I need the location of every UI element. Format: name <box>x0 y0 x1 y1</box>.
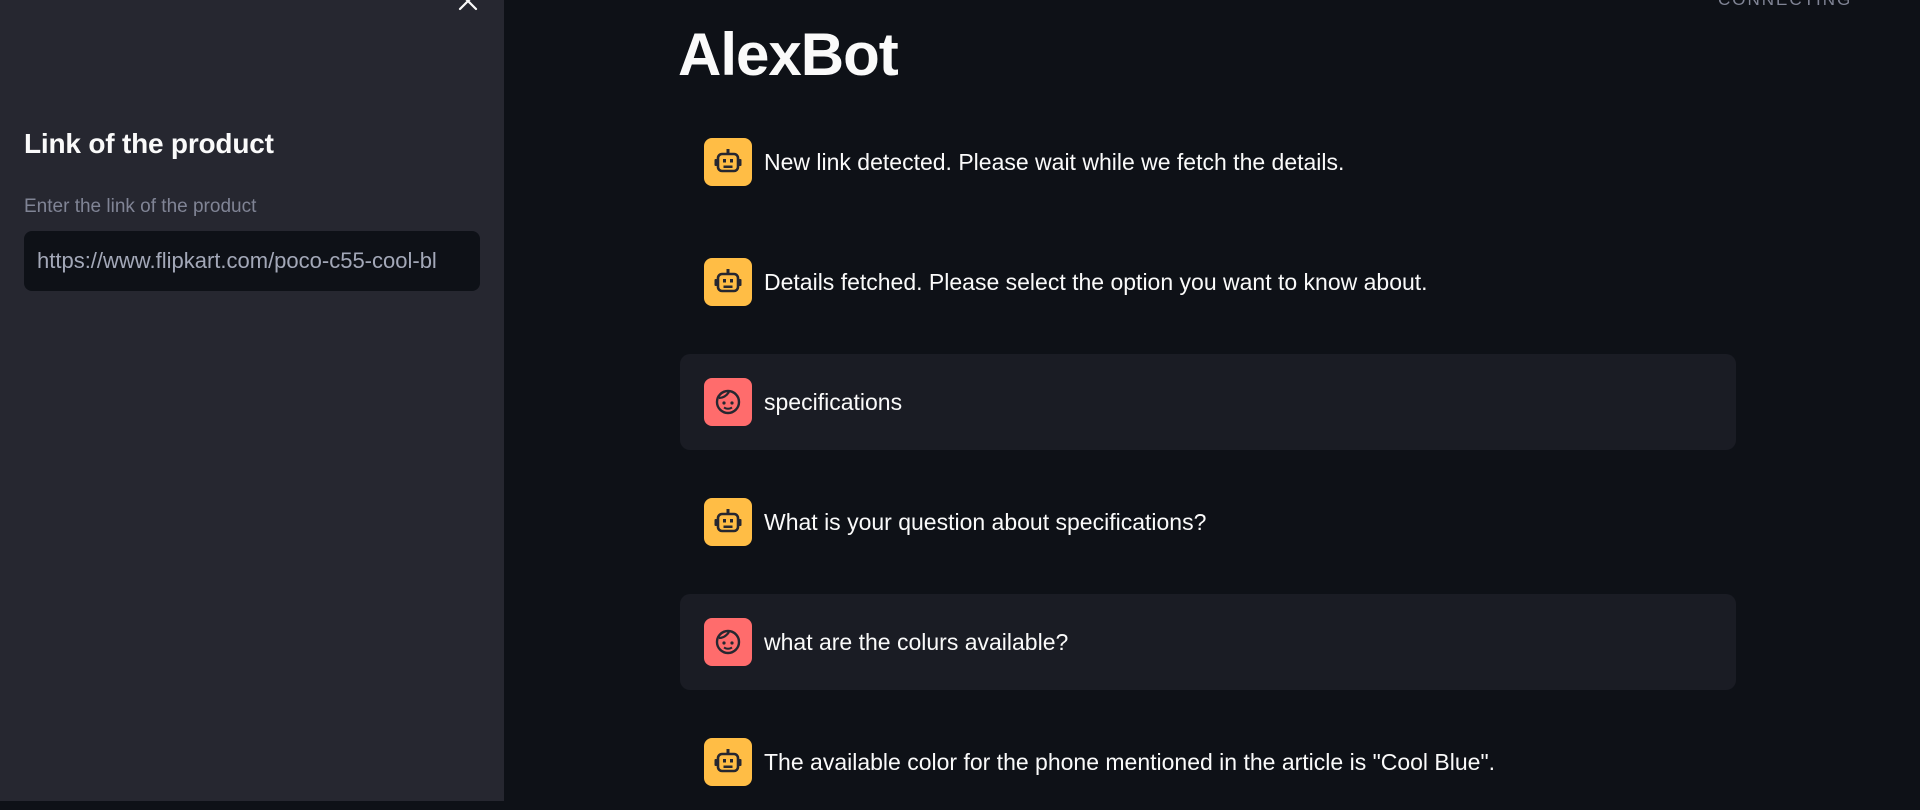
user-face-icon <box>704 618 752 666</box>
message-text: specifications <box>764 388 903 415</box>
product-link-value: https://www.flipkart.com/poco-c55-cool-b… <box>37 248 437 273</box>
main-menu-button[interactable] <box>1878 0 1894 6</box>
close-sidebar-button[interactable] <box>455 0 481 14</box>
chat-message-assistant: What is your question about specificatio… <box>680 474 1736 570</box>
chat-message-assistant: Details fetched. Please select the optio… <box>680 234 1736 330</box>
close-icon <box>458 0 478 11</box>
chat-message-user: specifications <box>680 354 1736 450</box>
chat-message-assistant: The available color for the phone mentio… <box>680 714 1736 810</box>
link-input-label: Enter the link of the product <box>24 196 257 217</box>
connection-status: CONNECTING <box>1718 0 1852 10</box>
user-face-icon <box>704 378 752 426</box>
sidebar-heading: Link of the product <box>24 128 274 159</box>
robot-icon <box>704 258 752 306</box>
page-title: AlexBot <box>678 21 899 88</box>
message-text: New link detected. Please wait while we … <box>764 148 1345 175</box>
message-text: what are the colurs available? <box>764 628 1069 655</box>
message-text: What is your question about specificatio… <box>764 508 1207 535</box>
message-text: The available color for the phone mentio… <box>764 748 1496 775</box>
product-link-input[interactable]: https://www.flipkart.com/poco-c55-cool-b… <box>24 231 480 291</box>
sidebar: Link of the product Enter the link of th… <box>0 0 504 801</box>
robot-icon <box>704 138 752 186</box>
message-text: Details fetched. Please select the optio… <box>764 268 1428 295</box>
robot-icon <box>704 738 752 786</box>
robot-icon <box>704 498 752 546</box>
chat-message-assistant: New link detected. Please wait while we … <box>680 114 1736 210</box>
chat-message-user: what are the colurs available? <box>680 594 1736 690</box>
